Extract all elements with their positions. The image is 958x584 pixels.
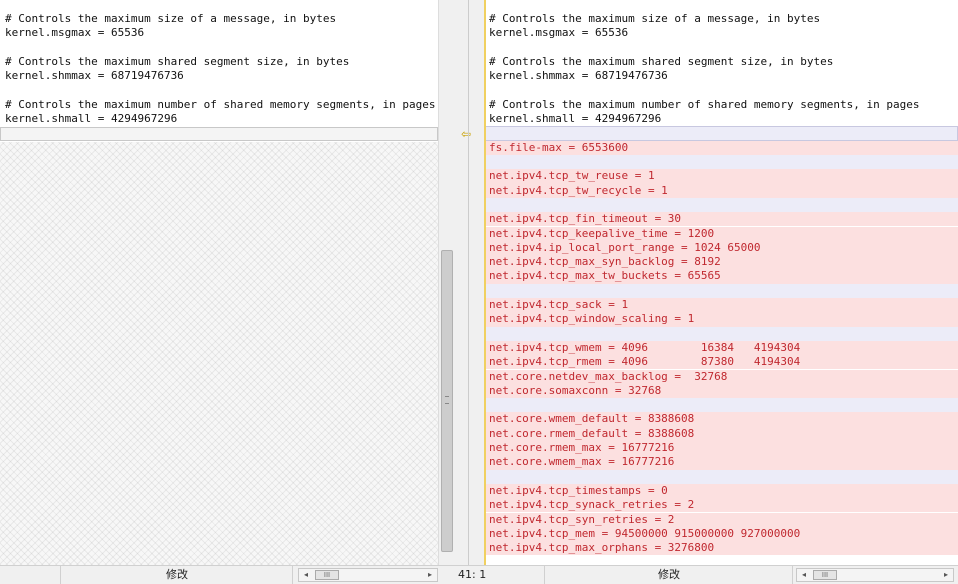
code-line: kernel.shmmax = 68719476736: [489, 69, 668, 83]
added-line: [484, 469, 958, 484]
added-line: net.core.rmem_max = 16777216: [484, 441, 958, 456]
cursor-position: 41: 1: [458, 566, 545, 584]
code-line: kernel.shmall = 4294967296: [5, 112, 178, 126]
copy-left-arrow-icon[interactable]: ⇦: [461, 127, 471, 141]
added-line: net.ipv4.tcp_window_scaling = 1: [484, 312, 958, 327]
diff-gap-row: [484, 126, 958, 141]
divider-line: [468, 0, 469, 565]
scroll-right-icon[interactable]: ▸: [939, 569, 953, 581]
left-status-cell-1: [0, 566, 61, 584]
code-line: # Controls the maximum number of shared …: [5, 97, 436, 111]
left-mode-label: 修改: [62, 566, 293, 584]
scroll-right-icon[interactable]: ▸: [423, 569, 437, 581]
right-mode-label: 修改: [546, 566, 793, 584]
added-line: [484, 283, 958, 298]
added-line: net.core.wmem_max = 16777216: [484, 455, 958, 470]
added-line: net.core.wmem_default = 8388608: [484, 412, 958, 427]
added-line: [484, 197, 958, 213]
added-line: net.core.rmem_default = 8388608: [484, 426, 958, 441]
added-line: fs.file-max = 6553600: [484, 140, 958, 155]
added-line: net.ipv4.tcp_syn_retries = 2: [484, 512, 958, 527]
code-line: # Controls the maximum shared segment si…: [5, 54, 350, 68]
added-line: net.ipv4.tcp_rmem = 4096 87380 4194304: [484, 355, 958, 370]
diff-divider: ⇦: [453, 0, 484, 565]
code-line: # Controls the maximum size of a message…: [5, 12, 337, 25]
scroll-left-icon[interactable]: ◂: [797, 569, 811, 581]
right-hscroll-thumb[interactable]: III: [813, 570, 837, 580]
left-status-bar: 修改 ◂ III ▸: [0, 565, 454, 584]
added-line: [484, 398, 958, 413]
added-line: [484, 155, 958, 170]
added-line: [484, 326, 958, 341]
added-line: net.ipv4.tcp_wmem = 4096 16384 4194304: [484, 340, 958, 356]
left-vertical-scrollbar[interactable]: [438, 0, 454, 565]
added-line: net.ipv4.tcp_max_orphans = 3276800: [484, 541, 958, 556]
code-line: kernel.shmmax = 68719476736: [5, 69, 184, 83]
left-scroll-thumb[interactable]: [441, 250, 453, 552]
code-line: # Controls the maximum shared segment si…: [489, 54, 834, 68]
left-hscroll-thumb[interactable]: III: [315, 570, 339, 580]
code-line: # Controls the maximum size of a message…: [489, 12, 821, 25]
change-gutter-marker: [484, 0, 486, 565]
added-line: net.ipv4.tcp_keepalive_time = 1200: [484, 226, 958, 241]
right-status-bar: 41: 1 修改 ◂ III ▸: [454, 565, 958, 584]
added-line: net.ipv4.ip_local_port_range = 1024 6500…: [484, 240, 958, 256]
left-horizontal-scrollbar[interactable]: ◂ III ▸: [298, 568, 438, 582]
added-line: net.core.somaxconn = 32768: [484, 383, 958, 399]
added-line: net.ipv4.tcp_tw_recycle = 1: [484, 183, 958, 198]
added-line: net.ipv4.tcp_sack = 1: [484, 298, 958, 313]
right-text-pane[interactable]: # Controls the maximum size of a message…: [484, 0, 958, 565]
added-line: net.core.netdev_max_backlog = 32768: [484, 369, 958, 384]
added-line: net.ipv4.tcp_max_tw_buckets = 65565: [484, 269, 958, 284]
added-line: net.ipv4.tcp_tw_reuse = 1: [484, 169, 958, 184]
added-line: net.ipv4.tcp_timestamps = 0: [484, 483, 958, 499]
added-line: net.ipv4.tcp_max_syn_backlog = 8192: [484, 255, 958, 270]
code-line: kernel.msgmax = 65536: [5, 26, 145, 40]
added-line: net.ipv4.tcp_synack_retries = 2: [484, 498, 958, 513]
code-line: kernel.shmall = 4294967296: [489, 112, 662, 126]
left-empty-area: [0, 142, 438, 565]
left-text-pane[interactable]: # Controls the maximum size of a message…: [0, 0, 438, 565]
scroll-grip-icon: [445, 396, 449, 404]
code-line: # Controls the maximum number of shared …: [489, 97, 920, 111]
left-insert-placeholder: [0, 127, 438, 142]
scroll-left-icon[interactable]: ◂: [299, 569, 313, 581]
right-horizontal-scrollbar[interactable]: ◂ III ▸: [796, 568, 954, 582]
added-line: net.ipv4.tcp_fin_timeout = 30: [484, 212, 958, 227]
added-line: net.ipv4.tcp_mem = 94500000 915000000 92…: [484, 526, 958, 542]
code-line: kernel.msgmax = 65536: [489, 26, 629, 40]
